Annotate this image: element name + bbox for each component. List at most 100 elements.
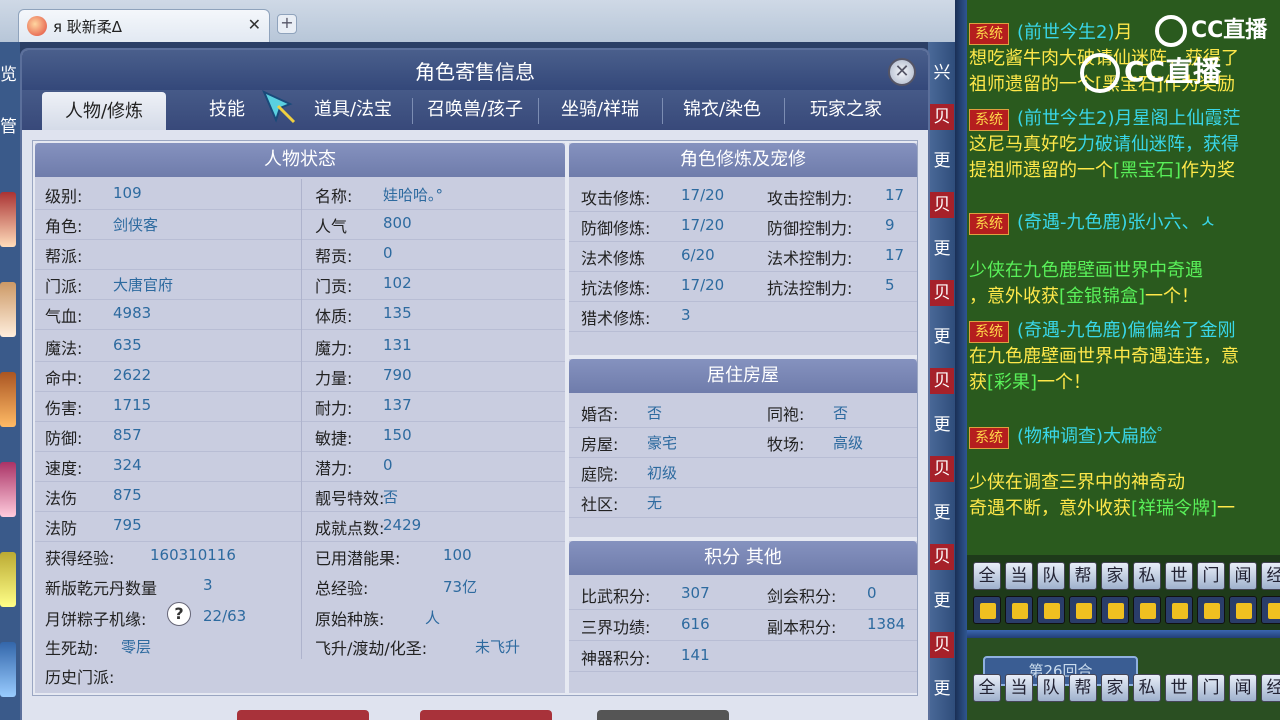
action-button[interactable] (237, 710, 369, 720)
chat-tool-icon[interactable] (1229, 596, 1257, 624)
stat-value: 0 (383, 456, 393, 474)
character-portrait[interactable] (0, 372, 16, 427)
chat-text: [黑宝石] (1113, 160, 1182, 181)
character-portrait[interactable] (0, 642, 16, 697)
chat-text: 这尼马真好吃 (969, 134, 1077, 155)
new-tab-button[interactable]: + (277, 14, 297, 34)
tab-character[interactable]: 人物/修炼 (42, 92, 166, 130)
stat-label: 帮贡: (315, 247, 353, 266)
row-divider (569, 671, 917, 672)
chat-tool-icon[interactable] (1037, 596, 1065, 624)
cultivation-value: 17/20 (681, 216, 725, 234)
help-icon[interactable]: ? (167, 602, 191, 626)
chat-text: 一 (1217, 498, 1236, 519)
row-divider (569, 331, 917, 332)
row-divider (569, 211, 917, 212)
chat-tool-icon[interactable] (1005, 596, 1033, 624)
channel-button[interactable]: 当 (1005, 562, 1033, 590)
chat-text: 少侠在九色鹿壁画世界中奇遇 (969, 260, 1203, 281)
points-label: 剑会积分: (767, 587, 837, 606)
browser-tab[interactable]: я 耿新柔Δ ✕ (18, 9, 270, 42)
dialog-button-bar (22, 700, 928, 720)
cultivation-value: 17 (885, 246, 905, 264)
stat-value: 2622 (113, 366, 152, 384)
character-portrait[interactable] (0, 282, 16, 337)
channel-button[interactable]: 经 (1261, 674, 1280, 702)
channel-button[interactable]: 世 (1165, 562, 1193, 590)
stat-label: 已用潜能果: (315, 549, 401, 568)
row-divider (35, 391, 565, 392)
action-button[interactable] (597, 710, 729, 720)
tab-skills[interactable]: 技能 (192, 90, 262, 130)
stat-value: 131 (383, 336, 412, 354)
close-dialog-button[interactable]: ✕ (888, 58, 916, 86)
channel-button[interactable]: 家 (1101, 562, 1129, 590)
chat-text: 作为奖 (1181, 160, 1236, 181)
channel-button[interactable]: 私 (1133, 562, 1161, 590)
stat-value: 160310116 (150, 546, 236, 564)
character-portrait[interactable] (0, 552, 16, 607)
chat-line: 在九色鹿壁画世界中奇遇连连，意 (969, 342, 1239, 368)
cultivation-label: 抗法控制力: (767, 279, 853, 298)
housing-header: 居住房屋 (569, 359, 917, 393)
channel-button[interactable]: 门 (1197, 562, 1225, 590)
edge-text: 管 (0, 117, 17, 137)
cultivation-label: 法术修炼 (581, 249, 646, 268)
channel-button[interactable]: 闻 (1229, 562, 1257, 590)
chat-scrollbar[interactable] (955, 0, 967, 720)
row-divider (35, 421, 565, 422)
channel-button[interactable]: 闻 (1229, 674, 1257, 702)
tab-items[interactable]: 道具/法宝 (298, 90, 408, 130)
channel-button[interactable]: 家 (1101, 674, 1129, 702)
cultivation-label: 防御控制力: (767, 219, 853, 238)
tab-mounts[interactable]: 坐骑/祥瑞 (540, 90, 660, 130)
chat-tool-icon[interactable] (1197, 596, 1225, 624)
stat-label: 潜力: (315, 459, 353, 478)
stat-label: 门派: (45, 277, 83, 296)
right-game-edge: 兴贝更贝更贝更贝更贝更贝更贝更贝 (928, 42, 955, 720)
stat-value: 635 (113, 336, 142, 354)
chat-tool-icon[interactable] (1133, 596, 1161, 624)
channel-button[interactable]: 队 (1037, 562, 1065, 590)
channel-button[interactable]: 当 (1005, 674, 1033, 702)
edge-text: 贝 (930, 104, 954, 130)
stat-value: 109 (113, 184, 142, 202)
housing-label: 社区: (581, 495, 619, 514)
stat-label: 新版乾元丹数量 (45, 579, 158, 598)
cultivation-label: 法术控制力: (767, 249, 853, 268)
channel-button[interactable]: 队 (1037, 674, 1065, 702)
channel-button[interactable]: 私 (1133, 674, 1161, 702)
chat-tool-icon[interactable] (1165, 596, 1193, 624)
channel-button[interactable]: 全 (973, 562, 1001, 590)
stat-label: 角色: (45, 217, 83, 236)
channel-button[interactable]: 门 (1197, 674, 1225, 702)
tab-home[interactable]: 玩家之家 (786, 90, 906, 130)
system-badge: 系统 (969, 109, 1009, 131)
stat-value: 137 (383, 396, 412, 414)
chat-text: 奇遇不断，意外收获 (969, 498, 1131, 519)
chat-tool-icon[interactable] (1101, 596, 1129, 624)
channel-button[interactable]: 世 (1165, 674, 1193, 702)
tab-outfits[interactable]: 锦衣/染色 (664, 90, 780, 130)
close-tab-icon[interactable]: ✕ (248, 15, 261, 34)
stat-value: 150 (383, 426, 412, 444)
cultivation-label: 攻击控制力: (767, 189, 853, 208)
character-portrait[interactable] (0, 192, 16, 247)
chat-tool-icon[interactable] (1069, 596, 1097, 624)
dialog-titlebar: 角色寄售信息 ✕ (22, 50, 928, 90)
stat-value: 800 (383, 214, 412, 232)
character-status-panel: 人物状态 级别: 109 名称: 娃哈哈｡° 角色: 剑侠客 人气 800 帮派: 帮贡: 0 门派:… (35, 143, 565, 693)
chat-tool-icon[interactable] (1261, 596, 1280, 624)
chat-text: 获 (969, 372, 987, 393)
tab-pets[interactable]: 召唤兽/孩子 (414, 90, 536, 130)
channel-button[interactable]: 全 (973, 674, 1001, 702)
stat-label: 成就点数: (315, 519, 385, 538)
edge-text: 贝 (930, 456, 954, 482)
channel-button[interactable]: 帮 (1069, 674, 1097, 702)
chat-line: ，意外收获[金银锦盒]一个！ (969, 282, 1199, 308)
channel-button[interactable]: 帮 (1069, 562, 1097, 590)
chat-tool-icon[interactable] (973, 596, 1001, 624)
action-button[interactable] (420, 710, 552, 720)
channel-button[interactable]: 经 (1261, 562, 1280, 590)
character-portrait[interactable] (0, 462, 16, 517)
